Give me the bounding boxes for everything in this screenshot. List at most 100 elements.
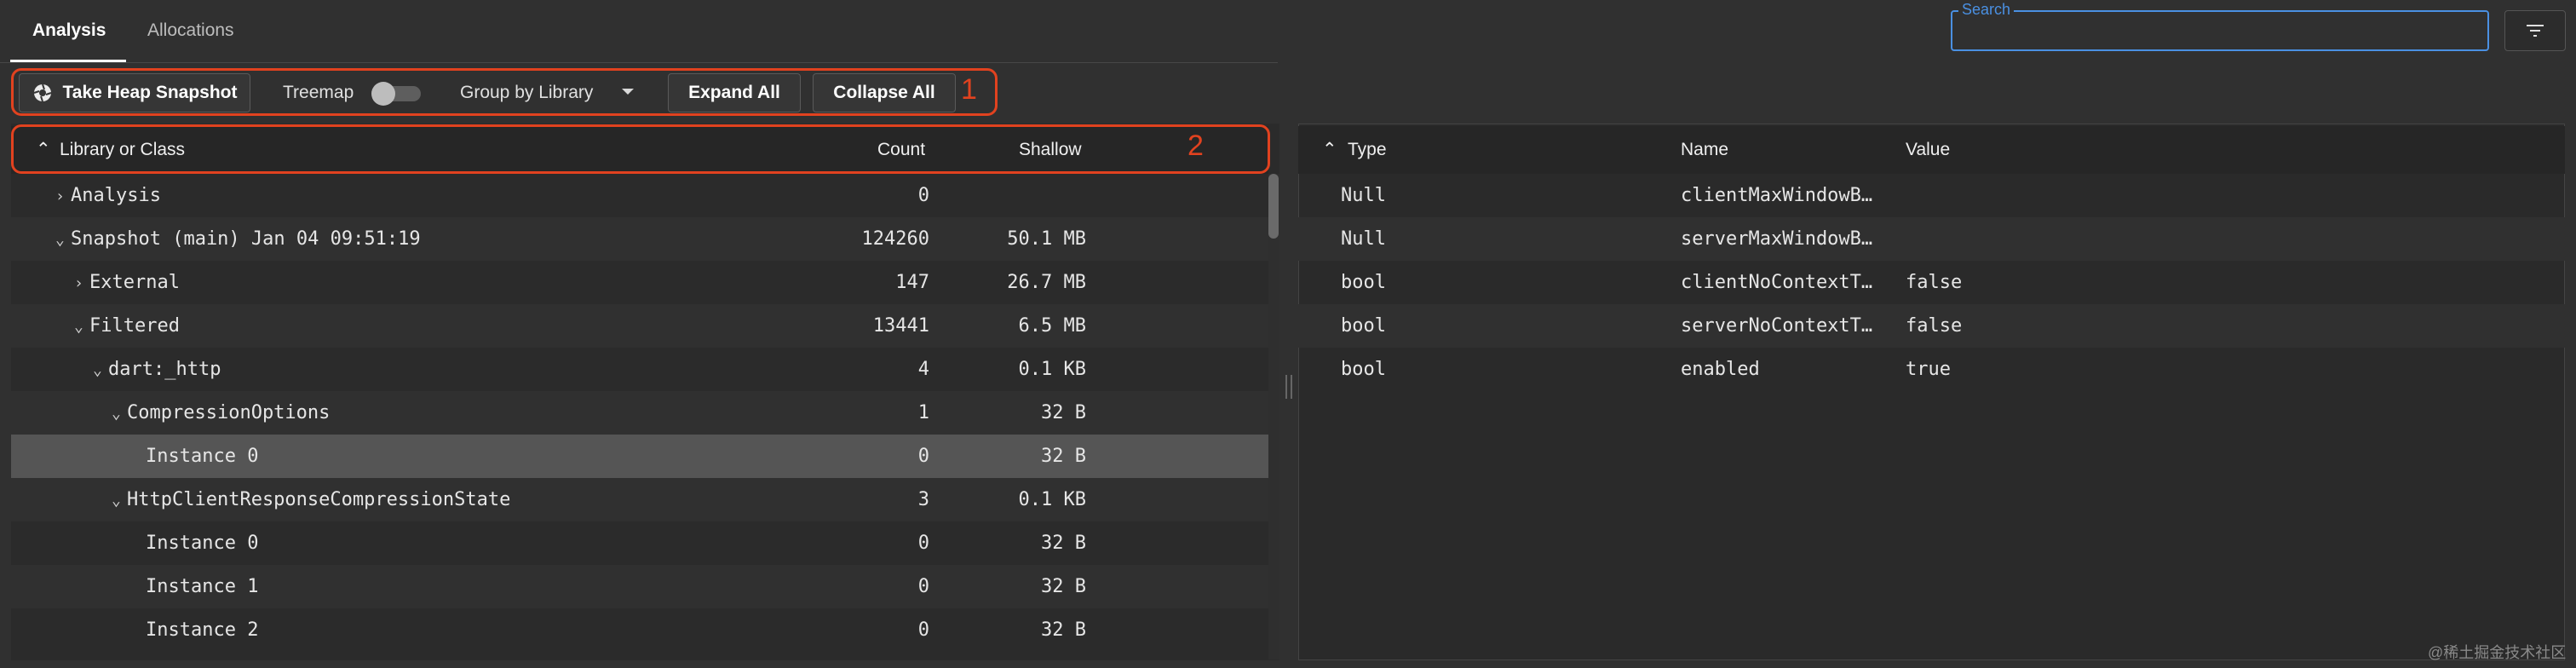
tree-row[interactable]: Instance 0 0 32 B bbox=[11, 435, 1279, 478]
tab-divider bbox=[0, 62, 1278, 63]
tree-row-count: 1 bbox=[917, 402, 929, 423]
tree-row-label: CompressionOptions bbox=[127, 402, 331, 423]
details-row-type: Null bbox=[1341, 228, 1386, 250]
tree-row[interactable]: ⌄ Snapshot (main) Jan 04 09:51:19 124260 50… bbox=[11, 217, 1279, 261]
details-row-name: clientMaxWindowB… bbox=[1681, 185, 1873, 206]
details-row-type: Null bbox=[1341, 185, 1386, 206]
tree-row-label: Analysis bbox=[71, 185, 161, 206]
tree-row-count: 124260 bbox=[861, 228, 929, 250]
tree-row[interactable]: ⌄ HttpClientResponseCompressionState 3 0.1 … bbox=[11, 478, 1279, 521]
tree-row-name: ⌄ CompressionOptions bbox=[112, 391, 330, 435]
tab-analysis[interactable]: Analysis bbox=[32, 0, 106, 63]
chevron-down-icon[interactable]: ⌄ bbox=[55, 218, 71, 262]
dropdown-arrow-icon[interactable] bbox=[620, 87, 635, 97]
details-row-type: bool bbox=[1341, 272, 1386, 293]
details-row-name: serverNoContextT… bbox=[1681, 315, 1873, 337]
tree-row-name: Instance 0 bbox=[130, 435, 258, 478]
expand-all-button[interactable]: Expand All bbox=[668, 73, 801, 112]
header-highlight bbox=[11, 124, 1270, 174]
header-type[interactable]: Type bbox=[1348, 126, 1387, 174]
tree-row-count: 147 bbox=[895, 272, 929, 293]
tree-row-name: ⌄ Snapshot (main) Jan 04 09:51:19 bbox=[55, 217, 421, 261]
tree-row-shallow: 6.5 MB bbox=[1018, 315, 1086, 337]
header-name[interactable]: Name bbox=[1681, 126, 1728, 174]
tree-row-label: Filtered bbox=[89, 315, 180, 337]
tree-row-label: dart:_http bbox=[108, 359, 221, 380]
tree-row[interactable]: Instance 2 0 32 B bbox=[11, 608, 1279, 652]
scrollbar-thumb[interactable] bbox=[1268, 174, 1279, 239]
search-input[interactable] bbox=[1951, 10, 2489, 51]
tree-row-shallow: 32 B bbox=[1041, 402, 1086, 423]
tree-row-name: ⌄ Filtered bbox=[74, 304, 180, 348]
tree-row-count: 3 bbox=[917, 489, 929, 510]
chevron-down-icon[interactable]: ⌄ bbox=[112, 479, 127, 522]
take-heap-snapshot-label: Take Heap Snapshot bbox=[62, 83, 238, 102]
take-heap-snapshot-button[interactable]: Take Heap Snapshot bbox=[19, 73, 250, 112]
tree-row-name: Instance 0 bbox=[130, 521, 258, 565]
details-row-type: bool bbox=[1341, 359, 1386, 380]
treemap-label: Treemap bbox=[283, 83, 354, 102]
tree-row-label: HttpClientResponseCompressionState bbox=[127, 489, 511, 510]
tree-row[interactable]: Instance 1 0 32 B bbox=[11, 565, 1279, 608]
camera-icon bbox=[33, 84, 51, 102]
chevron-down-icon[interactable]: ⌄ bbox=[93, 348, 108, 392]
details-row-type: bool bbox=[1341, 315, 1386, 337]
tree-row-shallow: 50.1 MB bbox=[1007, 228, 1086, 250]
collapse-all-button[interactable]: Collapse All bbox=[813, 73, 956, 112]
tree-row-shallow: 0.1 KB bbox=[1018, 489, 1086, 510]
tree-row-label: External bbox=[89, 272, 180, 293]
tab-bar: Analysis Allocations bbox=[0, 0, 1874, 63]
tree-row-shallow: 32 B bbox=[1041, 619, 1086, 641]
tree-row-count: 0 bbox=[917, 533, 929, 554]
tree-row-shallow: 32 B bbox=[1041, 533, 1086, 554]
scrollbar-track[interactable] bbox=[1268, 174, 1279, 659]
details-row[interactable]: bool serverNoContextT… false bbox=[1298, 304, 2565, 348]
filter-icon bbox=[2527, 25, 2544, 37]
tree-row-shallow: 32 B bbox=[1041, 446, 1086, 467]
sort-asc-icon[interactable]: ⌃ bbox=[1322, 126, 1337, 174]
tree-row[interactable]: ⌄ dart:_http 4 0.1 KB bbox=[11, 348, 1279, 391]
treemap-toggle-knob bbox=[371, 82, 395, 106]
tree-row-name: Instance 2 bbox=[130, 608, 258, 652]
chevron-right-icon[interactable]: › bbox=[74, 262, 89, 305]
details-row-name: serverMaxWindowB… bbox=[1681, 228, 1873, 250]
tree-row-shallow: 0.1 KB bbox=[1018, 359, 1086, 380]
panel-splitter-handle[interactable] bbox=[1285, 375, 1292, 399]
tree-row-name: ⌄ dart:_http bbox=[93, 348, 221, 391]
tab-allocations[interactable]: Allocations bbox=[147, 0, 234, 63]
chevron-down-icon[interactable]: ⌄ bbox=[74, 305, 89, 348]
treemap-toggle[interactable] bbox=[371, 82, 423, 106]
tree-row-name: › External bbox=[74, 261, 180, 304]
details-table-header: ⌃ Type Name Value bbox=[1298, 126, 2565, 174]
search-label: Search bbox=[1958, 1, 2015, 19]
header-value[interactable]: Value bbox=[1906, 126, 1950, 174]
tree-row[interactable]: Instance 0 0 32 B bbox=[11, 521, 1279, 565]
filter-button[interactable] bbox=[2504, 10, 2566, 51]
tree-row[interactable]: ⌄ CompressionOptions 1 32 B bbox=[11, 391, 1279, 435]
tree-row-count: 13441 bbox=[872, 315, 929, 337]
details-row-value: false bbox=[1906, 315, 1963, 337]
details-row[interactable]: bool enabled true bbox=[1298, 348, 2565, 391]
details-row[interactable]: Null clientMaxWindowB… bbox=[1298, 174, 2565, 217]
tree-row-count: 0 bbox=[917, 619, 929, 641]
tree-row-shallow: 26.7 MB bbox=[1007, 272, 1086, 293]
tree-row-label: Snapshot (main) Jan 04 09:51:19 bbox=[71, 228, 421, 250]
tree-row-name: ⌄ HttpClientResponseCompressionState bbox=[112, 478, 510, 521]
tree-row-count: 4 bbox=[917, 359, 929, 380]
chevron-right-icon[interactable]: › bbox=[55, 175, 71, 218]
tree-row-label: Instance 0 bbox=[146, 533, 259, 554]
watermark: @稀土掘金技术社区 bbox=[2428, 644, 2567, 661]
group-by-dropdown[interactable]: Group by Library bbox=[460, 73, 593, 112]
details-row-name: enabled bbox=[1681, 359, 1760, 380]
details-row[interactable]: bool clientNoContextT… false bbox=[1298, 261, 2565, 304]
tree-row[interactable]: › External 147 26.7 MB bbox=[11, 261, 1279, 304]
details-row-value: false bbox=[1906, 272, 1963, 293]
annotation-2: 2 bbox=[1187, 130, 1204, 162]
chevron-down-icon[interactable]: ⌄ bbox=[112, 392, 127, 435]
tree-row-label: Instance 0 bbox=[146, 446, 259, 467]
tree-row-count: 0 bbox=[917, 576, 929, 597]
details-row[interactable]: Null serverMaxWindowB… bbox=[1298, 217, 2565, 261]
tree-row[interactable]: ⌄ Filtered 13441 6.5 MB bbox=[11, 304, 1279, 348]
tree-row[interactable]: › Analysis 0 bbox=[11, 174, 1279, 217]
tree-row-label: Instance 1 bbox=[146, 576, 259, 597]
